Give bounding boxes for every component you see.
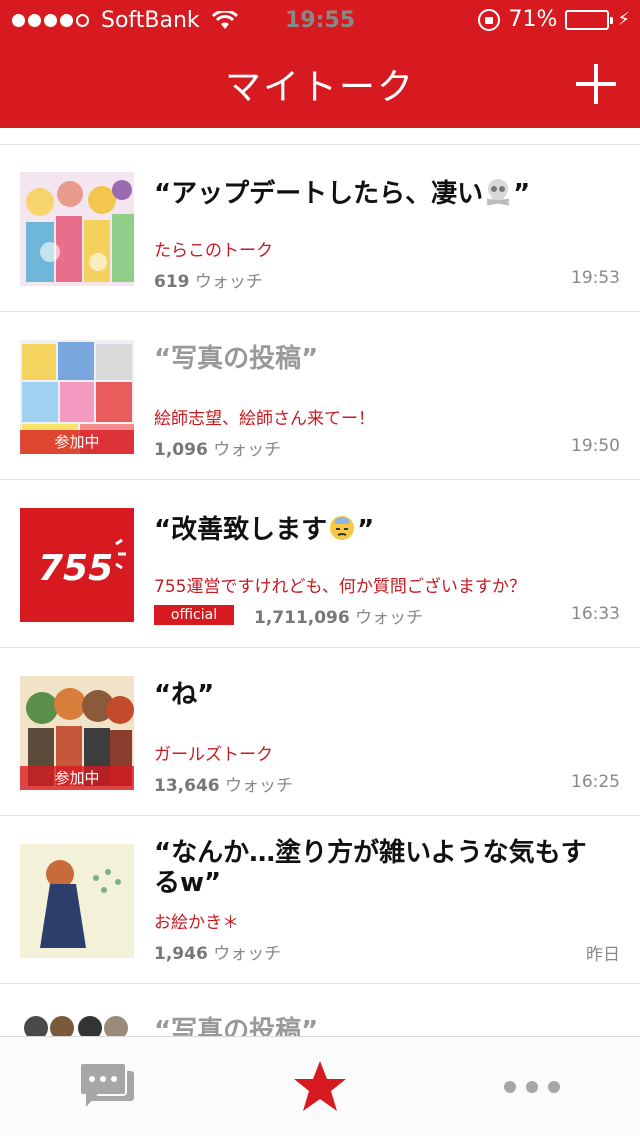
watch-count: 1,946 — [154, 944, 208, 964]
talk-title: “ね” — [154, 680, 215, 710]
talk-time: 16:33 — [571, 604, 620, 624]
talk-title: “なんか…塗り方が雑いような気もするw” — [154, 838, 587, 898]
list-item[interactable]: “アップデートしたら、凄い” たらこのトーク 619 ウォッチ 19:53 — [0, 144, 640, 312]
talk-subtitle: ガールズトーク — [154, 745, 273, 765]
list-item[interactable]: “なんか…塗り方が雑いような気もするw” お絵かき＊ 1,946 ウォッチ 昨日 — [0, 816, 640, 984]
list-item[interactable]: “写真の投稿” — [0, 984, 640, 1036]
watch-label: ウォッチ — [194, 272, 263, 292]
chat-icon[interactable] — [78, 1061, 136, 1111]
add-talk-button[interactable] — [576, 64, 616, 104]
watch-count: 1,096 — [154, 440, 208, 460]
tab-bar — [0, 1036, 640, 1136]
talk-title: “写真の投稿” — [154, 1016, 319, 1036]
watch-count: 619 — [154, 272, 190, 292]
talk-time: 19:53 — [571, 268, 620, 288]
watch-label: ウォッチ — [213, 440, 282, 460]
app-header: SoftBank 19:55 71% ⚡ マイトーク — [0, 0, 640, 128]
joined-badge: 参加中 — [20, 766, 134, 790]
watch-count: 13,646 — [154, 776, 220, 796]
official-badge: official — [154, 605, 234, 625]
battery-icon — [565, 9, 614, 30]
charging-icon: ⚡ — [617, 9, 630, 30]
page-title: マイトーク — [224, 67, 415, 108]
talk-list: “アップデートしたら、凄い” たらこのトーク 619 ウォッチ 19:53 参加… — [0, 128, 640, 1036]
list-item[interactable]: 755 “改善致します” 755運営ですけれども、何か質問ございますか？ off… — [0, 480, 640, 648]
star-icon[interactable] — [292, 1059, 348, 1113]
battery-percent: 71% — [508, 7, 558, 32]
watch-count: 1,711,096 — [254, 608, 350, 628]
skull-emoji-icon — [486, 179, 510, 206]
rotation-lock-icon — [478, 8, 501, 31]
talk-subtitle: 755運営ですけれども、何か質問ございますか？ — [154, 577, 526, 597]
talk-time: 昨日 — [586, 945, 620, 965]
talk-time: 19:50 — [571, 436, 620, 456]
list-item[interactable]: 参加中 “写真の投稿” 絵師志望、絵師さん来てー！ 1,096 ウォッチ 19:… — [0, 312, 640, 480]
talk-subtitle: たらこのトーク — [154, 241, 273, 261]
talk-subtitle: お絵かき＊ — [154, 913, 239, 933]
talk-thumbnail: 755 — [20, 508, 134, 622]
watch-label: ウォッチ — [355, 608, 424, 628]
talk-title: “アップデートしたら、凄い — [154, 179, 484, 209]
joined-badge: 参加中 — [20, 430, 134, 454]
status-bar: SoftBank 19:55 71% ⚡ — [0, 0, 640, 40]
talk-thumbnail — [20, 844, 134, 958]
talk-thumbnail: 参加中 — [20, 676, 134, 790]
talk-thumbnail — [20, 172, 134, 286]
sweat-face-emoji-icon — [330, 516, 355, 540]
list-item[interactable]: 参加中 “ね” ガールズトーク 13,646 ウォッチ 16:25 — [0, 648, 640, 816]
watch-label: ウォッチ — [213, 944, 282, 964]
more-icon[interactable] — [500, 1077, 564, 1097]
755-logo-text: 755 — [38, 548, 113, 589]
talk-thumbnail: 参加中 — [20, 340, 134, 454]
talk-subtitle: 絵師志望、絵師さん来てー！ — [154, 409, 375, 429]
watch-label: ウォッチ — [225, 776, 294, 796]
talk-time: 16:25 — [571, 772, 620, 792]
talk-title: “写真の投稿” — [154, 344, 319, 374]
talk-thumbnail — [20, 1012, 134, 1036]
talk-title: “改善致します — [154, 515, 328, 545]
